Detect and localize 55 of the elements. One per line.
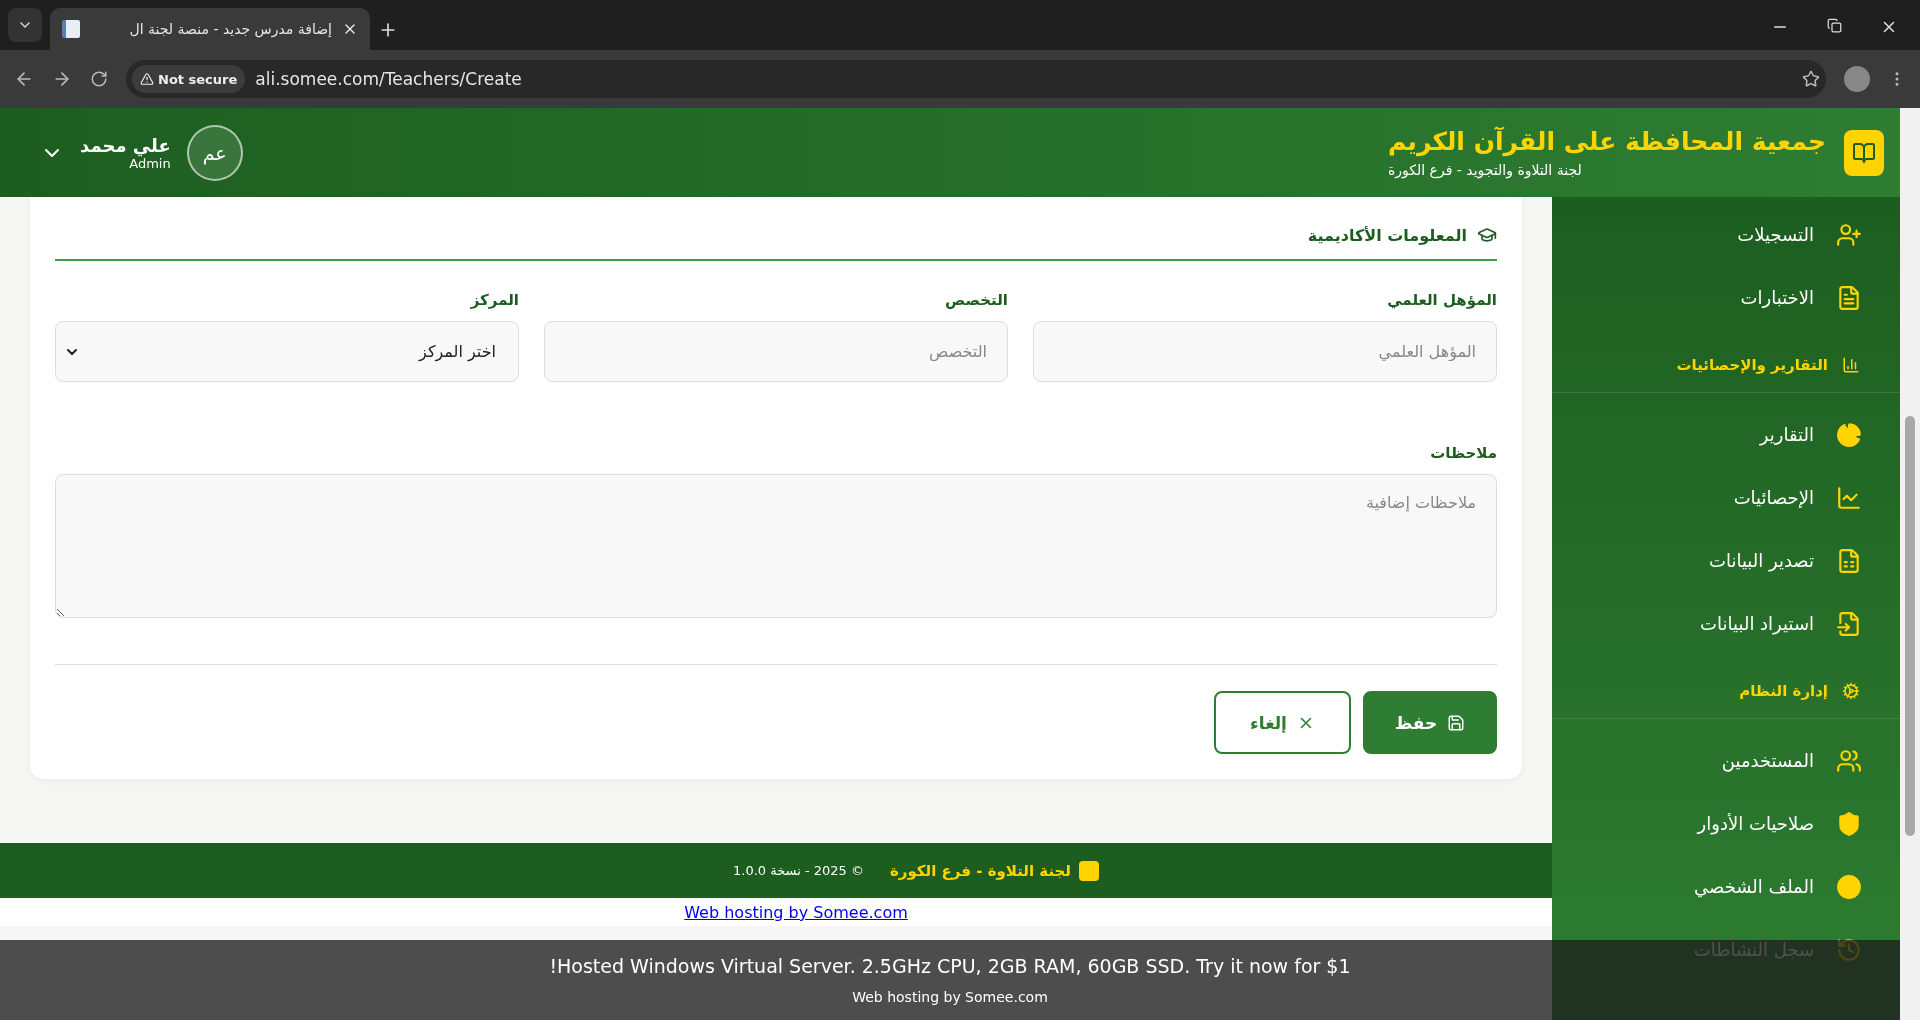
graduation-cap-icon (1477, 225, 1497, 245)
line-chart-icon (1836, 484, 1862, 511)
document-icon (1836, 284, 1862, 311)
security-chip[interactable]: Not secure (132, 65, 246, 93)
field-label: التخصص (944, 291, 1008, 309)
warning-icon (140, 72, 154, 86)
site-title: جمعية المحافظة على القرآن الكريم (1387, 127, 1826, 156)
browser-tab[interactable]: إضافة مدرس جديد - منصة لجنة ال (50, 8, 370, 50)
hosting-credit: Web hosting by Somee.com (852, 989, 1048, 1005)
footer-brand: لجنة التلاوة - فرع الكورة (889, 861, 1071, 880)
notes-field[interactable]: ملاحظات إضافية (55, 474, 1497, 618)
bar-list-icon (1842, 355, 1860, 374)
bookmark-star-icon[interactable] (1802, 70, 1820, 88)
users-icon (1836, 747, 1862, 774)
input-field[interactable]: التخصص (544, 321, 1008, 382)
scrollbar[interactable] (1900, 108, 1920, 1020)
user-avatar[interactable]: عم (186, 124, 243, 181)
user-plus-icon (1836, 221, 1862, 248)
sidebar-section-title: إدارة النظام (1739, 681, 1828, 700)
input-field[interactable]: المؤهل العلمي (1033, 321, 1497, 382)
user-role: Admin (129, 155, 171, 171)
address-bar[interactable]: Not secure ali.somee.com/Teachers/Create (126, 60, 1826, 98)
sidebar-item[interactable]: صلاحيات الأدوار (1552, 792, 1900, 855)
reload-icon[interactable] (90, 70, 108, 88)
section-title: المعلومات الأكاديمية (1307, 225, 1467, 245)
tab-list-button[interactable] (8, 8, 42, 42)
sidebar-section-title: التقارير والإحصائيات (1676, 355, 1828, 374)
save-button[interactable]: حفظ (1363, 691, 1497, 754)
ad-text: Hosted Windows Virtual Server. 2.5GHz CPU, 2GB RAM, 60GB SSD. Try it now for $1! (549, 955, 1351, 977)
copyright-text: © 2025 - نسخة 1.0.0 (733, 863, 864, 878)
logo-icon (1079, 860, 1099, 881)
sidebar-item[interactable]: الملف الشخصي (1552, 855, 1900, 918)
profile-avatar[interactable] (1844, 66, 1870, 92)
select-field[interactable]: اختر المركز (55, 321, 519, 382)
hosting-link[interactable]: Web hosting by Somee.com (684, 902, 908, 922)
gear-icon (1842, 681, 1860, 700)
field-label: ملاحظات (1429, 444, 1497, 462)
cancel-button[interactable]: إلغاء (1214, 691, 1351, 754)
spreadsheet-icon (1836, 547, 1862, 574)
page-icon (62, 20, 80, 38)
sidebar-item[interactable]: التسجيلات (1552, 203, 1900, 266)
shield-icon (1836, 810, 1862, 837)
site-subtitle: لجنة التلاوة والتجويد - فرع الكورة (1387, 162, 1582, 178)
sidebar-item[interactable]: تصدير البيانات (1552, 529, 1900, 592)
field-label: المركز (469, 291, 519, 309)
user-name: علي محمد (80, 134, 171, 156)
sidebar-item[interactable]: التقارير (1552, 403, 1900, 466)
book-logo-icon (1844, 129, 1884, 176)
restore-icon[interactable] (1827, 18, 1842, 33)
field-label: المؤهل العلمي (1386, 291, 1497, 309)
pie-chart-icon (1836, 421, 1862, 448)
sidebar-item[interactable]: الإحصائيات (1552, 466, 1900, 529)
sidebar-item[interactable]: الاختبارات (1552, 266, 1900, 329)
sidebar-item[interactable]: استيراد البيانات (1552, 592, 1900, 655)
sidebar-item[interactable]: المستخدمين (1552, 729, 1900, 792)
